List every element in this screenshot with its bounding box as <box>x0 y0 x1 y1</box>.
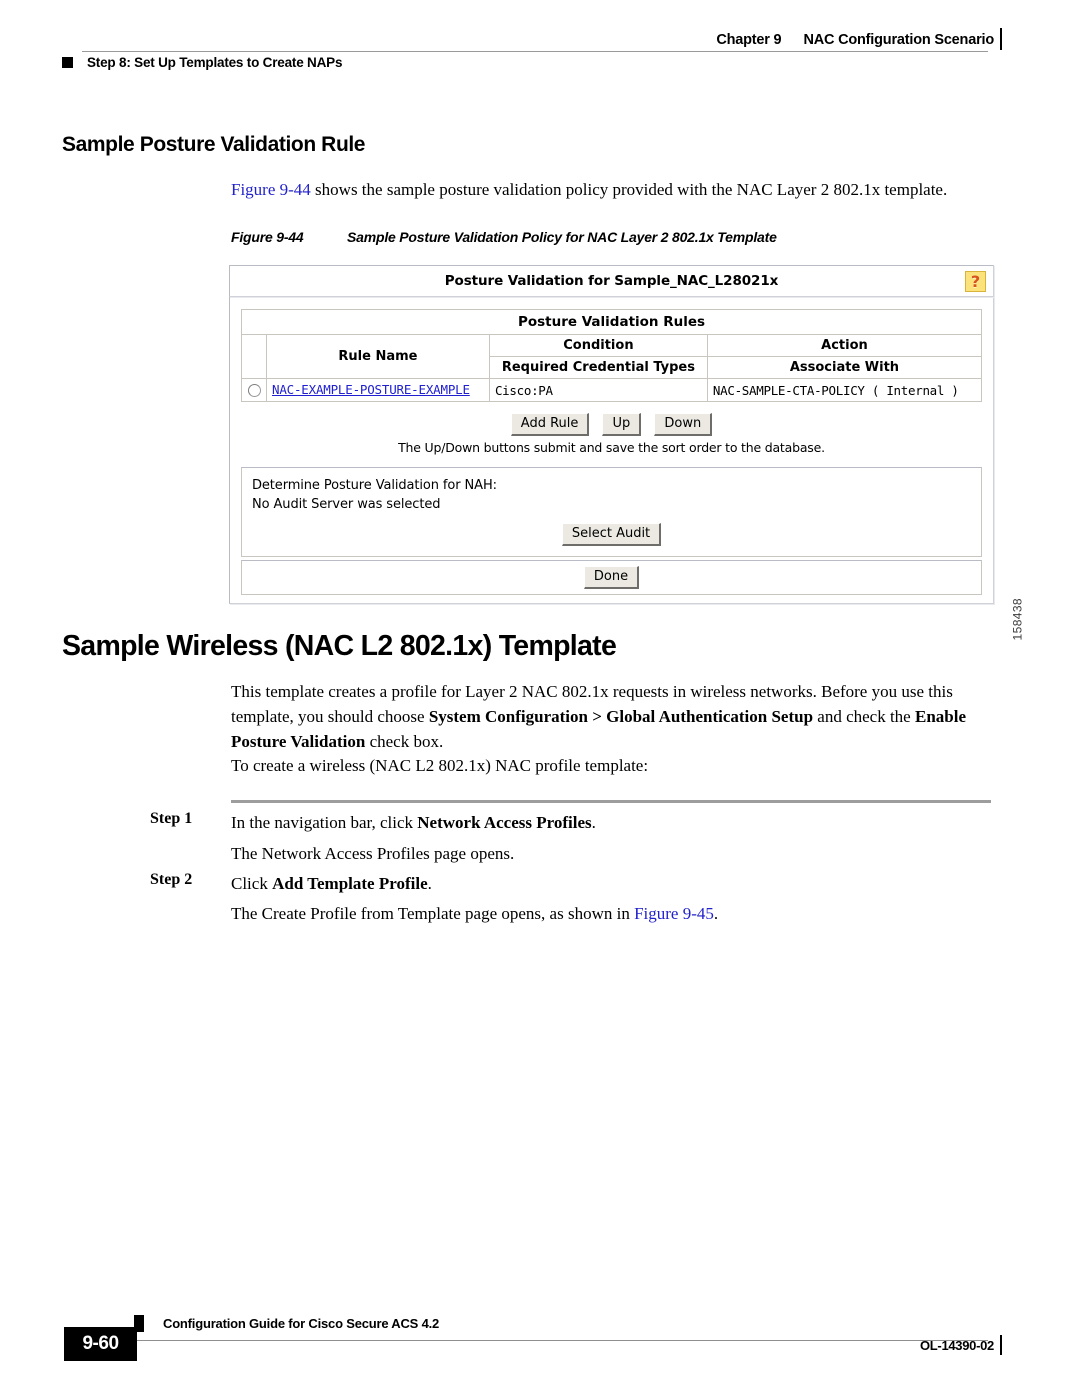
radio-button-icon[interactable] <box>247 383 261 397</box>
select-column-header <box>241 334 267 379</box>
page-header: Chapter 9 NAC Configuration Scenario Step… <box>0 0 1080 86</box>
posture-intro-paragraph: Figure 9-44 shows the sample posture val… <box>231 177 991 202</box>
step-2-result-b: . <box>713 904 719 923</box>
app-bottom-padding <box>241 595 982 603</box>
app-title-bar: Posture Validation for Sample_NAC_L28021… <box>229 265 994 297</box>
figure-9-44-image: Posture Validation for Sample_NAC_L28021… <box>229 265 1024 640</box>
select-audit-button[interactable]: Select Audit <box>561 523 662 546</box>
app-content-area: Posture Validation Rules Rule Name Condi… <box>229 297 994 604</box>
action-column-header: Action <box>706 334 983 357</box>
figure-caption: Figure 9-44 Sample Posture Validation Pol… <box>231 229 777 245</box>
required-credential-types-column-header: Required Credential Types <box>488 356 708 379</box>
rule-select-radio-cell[interactable] <box>241 378 267 402</box>
step-2-result-text: The Create Profile from Template page op… <box>231 901 995 926</box>
step-1-result-text: The Network Access Profiles page opens. <box>231 844 515 863</box>
header-divider <box>82 51 988 52</box>
steps-divider <box>231 800 991 803</box>
add-rule-button[interactable]: Add Rule <box>510 413 590 436</box>
figure-9-44-xref[interactable]: Figure 9-44 <box>231 180 311 199</box>
footer-divider <box>136 1340 988 1341</box>
audit-panel-label: Determine Posture Validation for NAH: <box>252 478 497 493</box>
associate-with-column-header: Associate With <box>706 356 983 379</box>
required-credential-types-cell: Cisco:PA <box>488 378 708 402</box>
table-title-row: Posture Validation Rules <box>241 309 982 335</box>
footer-guide-title: Configuration Guide for Cisco Secure ACS… <box>163 1316 440 1331</box>
associate-with-cell: NAC-SAMPLE-CTA-POLICY ( Internal ) <box>706 378 983 402</box>
table-title: Posture Validation Rules <box>241 309 982 335</box>
table-row: NAC-EXAMPLE-POSTURE-EXAMPLE Cisco:PA NAC… <box>241 378 983 402</box>
done-button-row: Done <box>241 560 982 595</box>
rule-name-column-header: Rule Name <box>266 334 490 379</box>
audit-button-row: Select Audit <box>252 514 971 546</box>
step-1-bold: Network Access Profiles <box>417 813 592 832</box>
header-chapter-info: Chapter 9 NAC Configuration Scenario <box>716 32 994 48</box>
step-2-label: Step 2 <box>150 871 193 888</box>
app-window-title: Posture Validation for Sample_NAC_L28021… <box>444 273 779 289</box>
rule-name-cell: NAC-EXAMPLE-POSTURE-EXAMPLE <box>266 378 490 402</box>
bullet-square-icon <box>62 57 73 68</box>
posture-validation-rules-table: Posture Validation Rules Rule Name Condi… <box>241 309 983 402</box>
running-head-label: Step 8: Set Up Templates to Create NAPs <box>87 55 343 70</box>
step-1-text-a: In the navigation bar, click <box>231 813 418 832</box>
header-chapter-title: NAC Configuration Scenario <box>803 32 994 48</box>
rule-action-buttons: Add Rule Up Down <box>241 402 982 438</box>
step-1-text-b: . <box>591 813 596 832</box>
wireless-para1-c: check box. <box>365 732 444 751</box>
sort-order-note: The Up/Down buttons submit and save the … <box>398 440 825 455</box>
audit-panel-status: No Audit Server was selected <box>252 497 441 512</box>
step-1-label: Step 1 <box>150 810 193 827</box>
help-icon[interactable]: ? <box>965 271 986 292</box>
figure-caption-number: Figure 9-44 <box>231 229 304 245</box>
footer-document-number: OL-14390-02 <box>919 1338 994 1353</box>
table-header-row-1: Rule Name Condition Action <box>241 334 983 379</box>
step-2-bold: Add Template Profile <box>272 874 428 893</box>
wireless-paragraph-1: This template creates a profile for Laye… <box>231 679 991 754</box>
step-2-text-b: . <box>427 874 432 893</box>
step-1-text: In the navigation bar, click Network Acc… <box>231 810 995 835</box>
wireless-para1-b: and check the <box>813 707 915 726</box>
wireless-paragraph-2: To create a wireless (NAC L2 802.1x) NAC… <box>231 756 649 775</box>
page-title: Sample Posture Validation Rule <box>62 133 366 156</box>
audit-server-panel: Determine Posture Validation for NAH: No… <box>241 467 982 557</box>
posture-intro-text: shows the sample posture validation poli… <box>310 180 948 199</box>
wireless-para1-bold1: System Configuration > Global Authentica… <box>428 707 814 726</box>
figure-9-45-xref[interactable]: Figure 9-45 <box>634 904 714 923</box>
section-heading-wireless: Sample Wireless (NAC L2 802.1x) Template <box>62 630 617 662</box>
header-right-tick <box>1000 28 1002 50</box>
footer-right-tick <box>1000 1335 1002 1355</box>
step-2-text: Click Add Template Profile. <box>231 871 995 896</box>
rule-name-link[interactable]: NAC-EXAMPLE-POSTURE-EXAMPLE <box>272 382 470 397</box>
condition-column-header: Condition <box>488 334 708 357</box>
running-head: Step 8: Set Up Templates to Create NAPs <box>62 55 342 70</box>
header-chapter-number: Chapter 9 <box>716 32 782 48</box>
step-2-result-a: The Create Profile from Template page op… <box>231 904 635 923</box>
figure-caption-title: Sample Posture Validation Policy for NAC… <box>347 229 777 245</box>
step-2-text-a: Click <box>231 874 273 893</box>
move-down-button[interactable]: Down <box>654 413 713 436</box>
done-button[interactable]: Done <box>583 566 640 589</box>
move-up-button[interactable]: Up <box>602 413 642 436</box>
figure-id-number: 158438 <box>1010 598 1024 641</box>
footer-page-number: 9-60 <box>64 1327 137 1361</box>
